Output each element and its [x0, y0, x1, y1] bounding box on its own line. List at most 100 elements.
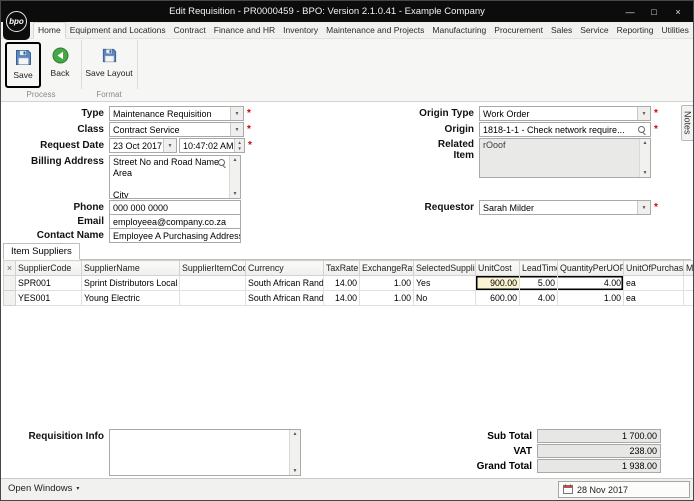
tab-equipment-and-locations[interactable]: Equipment and Locations: [66, 23, 170, 38]
cell-exchangerate[interactable]: 1.00: [359, 290, 414, 306]
cell-quantityperuop-selected[interactable]: 4.00: [557, 275, 624, 291]
scroll-up-icon[interactable]: ▲: [643, 139, 648, 147]
time-spinner[interactable]: ▲ ▼: [233, 139, 244, 153]
grid-header-suppliercode[interactable]: SupplierCode: [15, 260, 82, 276]
chevron-down-icon[interactable]: ▼: [230, 107, 243, 120]
grand-total-label: Grand Total: [476, 460, 532, 472]
tab-utilities[interactable]: Utilities: [657, 23, 692, 38]
grid-header-suppliername[interactable]: SupplierName: [81, 260, 180, 276]
cell-unitofpurchase[interactable]: ea: [623, 275, 684, 291]
required-marker: *: [654, 202, 658, 213]
cell-taxrate[interactable]: 14.00: [323, 290, 360, 306]
type-select[interactable]: Maintenance Requisition ▼: [109, 106, 244, 121]
grid-header-supplieritemcode[interactable]: SupplierItemCode: [179, 260, 246, 276]
search-icon[interactable]: [217, 158, 227, 168]
grid-tab-strip: Item Suppliers: [3, 243, 691, 260]
table-row[interactable]: YES001 Young Electric South African Rand…: [3, 290, 693, 306]
open-windows-menu[interactable]: Open Windows ▾: [8, 483, 79, 494]
cell-quantityperuop[interactable]: 1.00: [557, 290, 624, 306]
grid-header-currency[interactable]: Currency: [245, 260, 324, 276]
cell-supplieritemcode[interactable]: [179, 275, 246, 291]
scroll-down-icon[interactable]: ▼: [233, 190, 238, 198]
cell-leadtime[interactable]: 4.00: [519, 290, 558, 306]
class-select[interactable]: Contract Service ▼: [109, 122, 244, 137]
chevron-down-icon[interactable]: ▼: [637, 107, 650, 120]
spinner-down-icon[interactable]: ▼: [235, 146, 244, 153]
billing-address-scrollbar[interactable]: ▲ ▼: [229, 156, 240, 198]
tab-item-suppliers[interactable]: Item Suppliers: [3, 243, 80, 260]
tab-service[interactable]: Service: [576, 23, 612, 38]
tab-reporting[interactable]: Reporting: [613, 23, 658, 38]
requestor-select[interactable]: Sarah Milder ▼: [479, 200, 651, 215]
cell-exchangerate[interactable]: 1.00: [359, 275, 414, 291]
phone-input[interactable]: 000 000 0000: [109, 200, 241, 215]
cell-suppliercode[interactable]: SPR001: [15, 275, 82, 291]
request-date-input[interactable]: 23 Oct 2017 ▼: [109, 138, 177, 153]
tab-inventory[interactable]: Inventory: [279, 23, 322, 38]
cell-m[interactable]: [683, 275, 693, 291]
chevron-down-icon[interactable]: ▼: [230, 123, 243, 136]
requestor-row: Requestor Sarah Milder ▼ *: [384, 200, 658, 215]
grid-header-taxrate[interactable]: TaxRate: [323, 260, 360, 276]
notes-side-tab[interactable]: Notes: [681, 105, 693, 141]
chevron-down-icon[interactable]: ▼: [637, 201, 650, 214]
type-value: Maintenance Requisition: [113, 108, 212, 119]
requisition-info-scrollbar[interactable]: ▲ ▼: [289, 430, 300, 475]
chevron-down-icon[interactable]: ▼: [163, 139, 176, 152]
grid-header-quantityperuop[interactable]: QuantityPerUOP: [557, 260, 624, 276]
tab-home[interactable]: Home: [33, 22, 66, 39]
minimize-button[interactable]: —: [618, 3, 642, 20]
tab-sales[interactable]: Sales: [547, 23, 576, 38]
search-icon[interactable]: [637, 125, 647, 135]
related-item-scrollbar[interactable]: ▲ ▼: [639, 139, 650, 177]
save-button[interactable]: Save: [5, 42, 41, 88]
status-bar: Open Windows ▾ 28 Nov 2017: [1, 478, 693, 500]
tab-manufacturing[interactable]: Manufacturing: [428, 23, 490, 38]
table-row[interactable]: SPR001 Sprint Distributors Local South A…: [3, 275, 693, 291]
grid-header-leadtime[interactable]: LeadTime: [519, 260, 558, 276]
cell-suppliername[interactable]: Sprint Distributors Local: [81, 275, 180, 291]
cell-selectedsupplier[interactable]: No: [413, 290, 476, 306]
cell-suppliercode[interactable]: YES001: [15, 290, 82, 306]
cell-taxrate[interactable]: 14.00: [323, 275, 360, 291]
cell-currency[interactable]: South African Rand: [245, 290, 324, 306]
cell-unitcost-selected[interactable]: 900.00: [475, 275, 520, 291]
request-time-input[interactable]: 10:47:02 AM ▲ ▼: [179, 138, 245, 153]
cell-leadtime-selected[interactable]: 5.00: [519, 275, 558, 291]
cell-unitofpurchase[interactable]: ea: [623, 290, 684, 306]
scroll-down-icon[interactable]: ▼: [643, 169, 648, 177]
related-item-field[interactable]: rOoof ▲ ▼: [479, 138, 651, 178]
grid-header-exchangerate[interactable]: ExchangeRate: [359, 260, 414, 276]
billing-address-input[interactable]: Street No and Road Name Area City ▲ ▼: [109, 155, 241, 199]
maximize-button[interactable]: □: [642, 3, 666, 20]
grid-header-m[interactable]: M: [683, 260, 693, 276]
cell-selectedsupplier[interactable]: Yes: [413, 275, 476, 291]
scroll-down-icon[interactable]: ▼: [293, 467, 298, 475]
contact-name-input[interactable]: Employee A Purchasing Address: [109, 228, 241, 243]
tab-maintenance-and-projects[interactable]: Maintenance and Projects: [322, 23, 428, 38]
status-date-picker[interactable]: 28 Nov 2017: [558, 481, 690, 498]
save-layout-button[interactable]: Save Layout: [85, 42, 133, 88]
grid-header-unitcost[interactable]: UnitCost: [475, 260, 520, 276]
cell-supplieritemcode[interactable]: [179, 290, 246, 306]
grid-header-unitofpurchase[interactable]: UnitOfPurchase: [623, 260, 684, 276]
email-input[interactable]: employeea@company.co.za: [109, 214, 241, 229]
cell-currency[interactable]: South African Rand: [245, 275, 324, 291]
origin-input[interactable]: 1818-1-1 - Check network require...: [479, 122, 651, 137]
requisition-info-input[interactable]: ▲ ▼: [109, 429, 301, 476]
scroll-up-icon[interactable]: ▲: [293, 430, 298, 438]
cell-unitcost[interactable]: 600.00: [475, 290, 520, 306]
back-button[interactable]: Back: [43, 42, 77, 88]
tab-procurement[interactable]: Procurement: [490, 23, 547, 38]
close-button[interactable]: ×: [666, 3, 690, 20]
tab-contract[interactable]: Contract: [170, 23, 210, 38]
origin-type-select[interactable]: Work Order ▼: [479, 106, 651, 121]
tab-finance-and-hr[interactable]: Finance and HR: [210, 23, 279, 38]
grid-header-indicator: ×: [3, 260, 16, 276]
cell-suppliername[interactable]: Young Electric: [81, 290, 180, 306]
grid-header-selectedsupplier[interactable]: SelectedSupplier: [413, 260, 476, 276]
email-row: Email employeea@company.co.za: [1, 214, 241, 229]
sub-total-row: Sub Total 1 700.00: [405, 429, 661, 443]
scroll-up-icon[interactable]: ▲: [233, 156, 238, 164]
cell-m[interactable]: [683, 290, 693, 306]
